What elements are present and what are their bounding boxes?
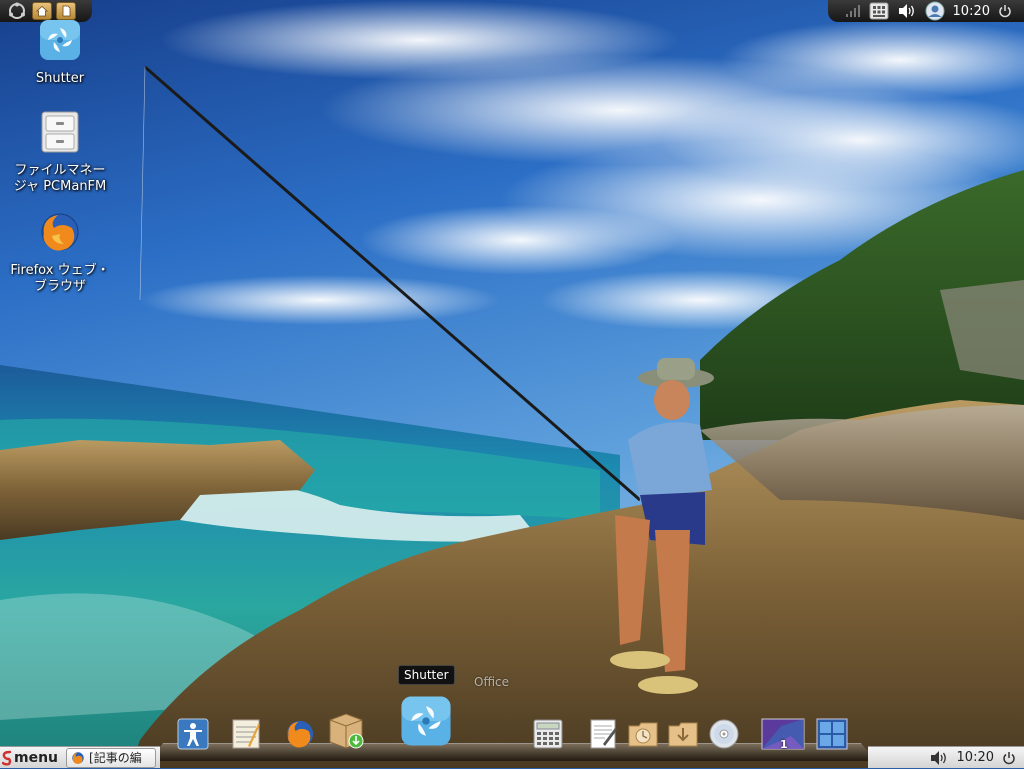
taskbar-window-title: [記事の編 xyxy=(89,751,142,765)
documents-folder-icon xyxy=(62,5,71,17)
desktop-icon-label: ファイルマネー xyxy=(14,163,106,178)
firefox-icon xyxy=(72,751,84,764)
dock-item-window-tile[interactable] xyxy=(816,718,848,754)
downloads-folder-icon xyxy=(668,722,698,747)
dock-item-text-editor[interactable] xyxy=(230,718,262,754)
desktop-icon-label: Shutter xyxy=(35,71,85,86)
power-icon[interactable] xyxy=(998,4,1012,18)
desktop-wallpaper xyxy=(0,0,1024,768)
network-signal-icon[interactable] xyxy=(845,4,861,18)
dock-item-accessibility[interactable] xyxy=(177,718,209,754)
dock-item-firefox[interactable] xyxy=(284,718,316,754)
start-menu-label: menu xyxy=(14,749,59,766)
shutter-app-icon xyxy=(401,696,451,746)
dock-item-shutter[interactable] xyxy=(398,694,454,752)
dock-item-recent-folder[interactable] xyxy=(627,718,659,754)
dock-item-calculator[interactable] xyxy=(532,718,564,754)
taskbar-window-button[interactable]: [記事の編 xyxy=(66,747,157,768)
cd-disc-icon xyxy=(709,719,739,749)
package-box-icon xyxy=(329,713,364,749)
text-editor-icon xyxy=(232,719,260,749)
dock-group-label: Office xyxy=(474,675,510,689)
accessibility-icon xyxy=(177,718,209,750)
volume-icon[interactable] xyxy=(929,750,949,766)
desktop-icon-label: Firefox ウェブ・ xyxy=(10,263,110,278)
workspace-number-badge: 1 xyxy=(780,738,788,751)
shutter-app-icon xyxy=(40,20,80,60)
dock-tooltip: Shutter xyxy=(398,665,455,685)
desktop-icon-label: ジャ PCManFM xyxy=(13,179,107,194)
calculator-icon xyxy=(533,719,563,749)
bottom-clock[interactable]: 10:20 xyxy=(957,750,994,765)
dock-item-package-installer[interactable] xyxy=(326,710,366,754)
power-icon[interactable] xyxy=(1002,751,1016,765)
dock-item-writer[interactable] xyxy=(587,718,619,754)
bottom-panel-right: 10:20 xyxy=(868,746,1024,768)
bottom-panel-left: menu [記事の編 xyxy=(0,746,160,768)
clock-folder-icon xyxy=(628,722,658,747)
dock-item-cd-drive[interactable] xyxy=(708,718,740,754)
keyboard-icon[interactable] xyxy=(869,2,889,20)
start-menu-button[interactable]: menu xyxy=(0,747,62,769)
home-folder-icon xyxy=(36,5,48,17)
menu-logo-icon xyxy=(2,750,12,766)
desktop-icon-firefox[interactable]: Firefox ウェブ・ ブラウザ xyxy=(10,210,110,295)
volume-icon[interactable] xyxy=(897,3,917,19)
file-cabinet-icon xyxy=(41,111,79,153)
user-icon[interactable] xyxy=(925,1,945,21)
desktop-icon-file-manager[interactable]: ファイルマネー ジャ PCManFM xyxy=(10,110,110,195)
dock-item-workspace-switcher[interactable]: 1 xyxy=(761,718,805,754)
desktop-icon-label: ブラウザ xyxy=(33,279,86,294)
top-right-panel: 10:20 xyxy=(828,0,1024,22)
firefox-icon xyxy=(286,720,314,748)
document-writer-icon xyxy=(590,719,617,749)
desktop-icon-shutter[interactable]: Shutter xyxy=(10,18,110,87)
window-tile-icon xyxy=(816,718,848,750)
dock-item-downloads-folder[interactable] xyxy=(667,718,699,754)
firefox-icon xyxy=(41,213,79,251)
top-clock[interactable]: 10:20 xyxy=(953,4,990,19)
